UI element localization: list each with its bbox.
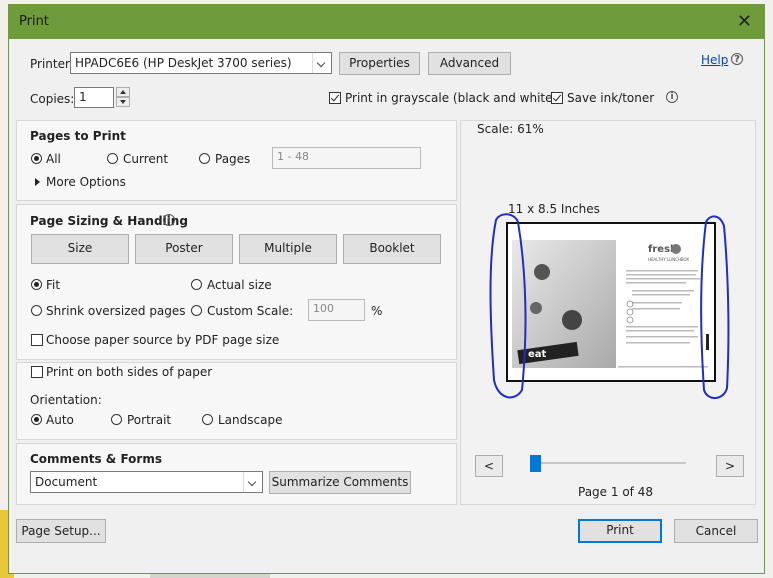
preview-scroll-mark [706, 334, 709, 350]
previous-page-button[interactable]: < [475, 455, 503, 477]
copies-label: Copies: [30, 92, 75, 106]
chevron-down-icon [312, 53, 331, 73]
comments-forms-title: Comments & Forms [30, 452, 162, 466]
custom-scale-input[interactable]: 100 [308, 299, 365, 321]
all-pages-label: All [46, 152, 61, 166]
actual-size-label: Actual size [207, 278, 272, 292]
tab-poster[interactable]: Poster [135, 234, 233, 264]
printer-select[interactable]: HPADC6E6 (HP DeskJet 3700 series) [70, 52, 332, 74]
help-icon[interactable]: ? [731, 53, 743, 65]
info-icon[interactable]: i [666, 91, 678, 103]
preview-cherry-1 [534, 264, 550, 280]
next-page-button[interactable]: > [716, 455, 744, 477]
page-range-radio[interactable] [199, 153, 210, 164]
tab-multiple[interactable]: Multiple [239, 234, 337, 264]
custom-scale-radio[interactable] [191, 305, 202, 316]
shrink-radio[interactable] [31, 305, 42, 316]
copies-increment-icon[interactable] [116, 87, 130, 97]
copies-value: 1 [79, 90, 87, 104]
custom-scale-label: Custom Scale: [207, 304, 294, 318]
copies-input[interactable]: 1 [74, 87, 114, 108]
all-pages-radio[interactable] [31, 153, 42, 164]
duplex-checkbox[interactable] [31, 366, 43, 378]
orientation-portrait-radio[interactable] [111, 414, 122, 425]
preview-sign-text: eat [528, 349, 547, 360]
orientation-landscape-radio[interactable] [202, 414, 213, 425]
copies-decrement-icon[interactable] [116, 97, 130, 107]
page-range-placeholder: 1 - 48 [277, 150, 309, 163]
more-options-toggle[interactable]: More Options [46, 175, 126, 189]
grayscale-checkbox[interactable] [329, 92, 341, 104]
chevron-down-icon [243, 472, 262, 492]
paper-size-label: 11 x 8.5 Inches [508, 202, 600, 216]
page-range-label: Pages [215, 152, 251, 166]
save-ink-checkbox[interactable] [551, 92, 563, 104]
fit-label: Fit [46, 278, 61, 292]
percent-label: % [371, 304, 383, 318]
preview-brand-mark [671, 244, 681, 254]
orientation-auto-label: Auto [46, 413, 74, 427]
actual-size-radio[interactable] [191, 279, 202, 290]
page-indicator: Page 1 of 48 [578, 485, 653, 499]
preview-cherry-3 [530, 302, 542, 314]
duplex-label: Print on both sides of paper [46, 365, 213, 379]
save-ink-label: Save ink/toner [567, 91, 655, 105]
preview-cherry-2 [562, 310, 582, 330]
advanced-button[interactable]: Advanced [428, 52, 511, 75]
orientation-label: Orientation: [30, 393, 102, 407]
custom-scale-value: 100 [313, 302, 334, 315]
page-range-input[interactable]: 1 - 48 [272, 147, 421, 169]
paper-source-label: Choose paper source by PDF page size [46, 333, 280, 347]
print-button[interactable]: Print [578, 519, 662, 543]
comments-forms-select[interactable]: Document [30, 471, 263, 493]
grayscale-label: Print in grayscale (black and white) [345, 91, 558, 105]
page-preview-content: eat fresh HEALTHY LUNCHBOX [512, 240, 709, 368]
preview-icons [626, 300, 634, 324]
comments-forms-value: Document [35, 475, 98, 489]
current-page-radio[interactable] [107, 153, 118, 164]
shrink-label: Shrink oversized pages [46, 304, 186, 318]
help-link[interactable]: Help [701, 53, 728, 67]
close-icon[interactable]: ✕ [737, 11, 752, 32]
pages-to-print-title: Pages to Print [30, 129, 126, 143]
orientation-landscape-label: Landscape [218, 413, 283, 427]
orientation-auto-radio[interactable] [31, 414, 42, 425]
tab-booklet[interactable]: Booklet [343, 234, 441, 264]
properties-button[interactable]: Properties [339, 52, 420, 75]
page-preview: eat fresh HEALTHY LUNCHBOX [506, 222, 716, 382]
expand-arrow-icon[interactable] [35, 178, 40, 186]
printer-label: Printer: [30, 57, 74, 71]
tab-size[interactable]: Size [31, 234, 129, 264]
printer-select-value: HPADC6E6 (HP DeskJet 3700 series) [75, 56, 292, 70]
current-page-label: Current [123, 152, 169, 166]
page-setup-button[interactable]: Page Setup... [16, 519, 106, 543]
summarize-comments-button[interactable]: Summarize Comments [269, 471, 411, 494]
page-slider-thumb[interactable] [530, 455, 541, 472]
preview-headline: HEALTHY LUNCHBOX [648, 257, 689, 262]
title-bar: Print ✕ [9, 5, 764, 39]
page-slider-track[interactable] [534, 462, 686, 464]
fit-radio[interactable] [31, 279, 42, 290]
window-title: Print [19, 14, 49, 29]
orientation-portrait-label: Portrait [127, 413, 172, 427]
cancel-button[interactable]: Cancel [674, 519, 758, 543]
paper-source-checkbox[interactable] [31, 334, 43, 346]
info-icon[interactable]: i [163, 214, 175, 226]
preview-text-lines [618, 270, 708, 368]
scale-readout: Scale: 61% [477, 122, 544, 136]
